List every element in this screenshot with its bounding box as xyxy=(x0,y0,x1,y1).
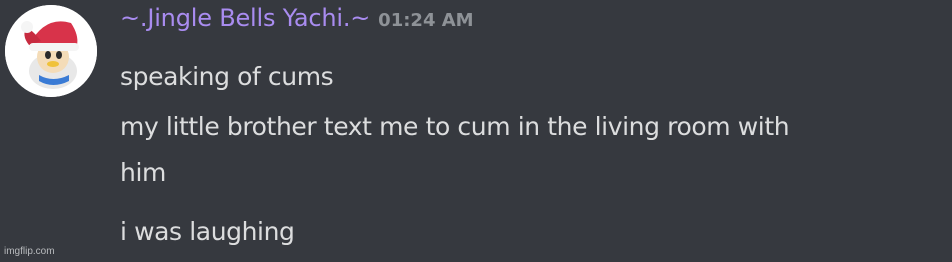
author-name[interactable]: ~.Jingle Bells Yachi.~ xyxy=(120,4,370,32)
message-line: my little brother text me to cum in the … xyxy=(120,112,790,141)
santa-hat-avatar-icon xyxy=(5,5,97,97)
message-line: him xyxy=(120,158,166,187)
message-header: ~.Jingle Bells Yachi.~ 01:24 AM xyxy=(120,4,474,40)
message-line: i was laughing xyxy=(120,217,295,246)
message-timestamp[interactable]: 01:24 AM xyxy=(378,10,473,31)
watermark: imgflip.com xyxy=(4,246,55,257)
message-line: speaking of cums xyxy=(120,62,334,91)
chat-message: ~.Jingle Bells Yachi.~ 01:24 AM speaking… xyxy=(0,0,952,262)
user-avatar[interactable] xyxy=(5,5,97,97)
